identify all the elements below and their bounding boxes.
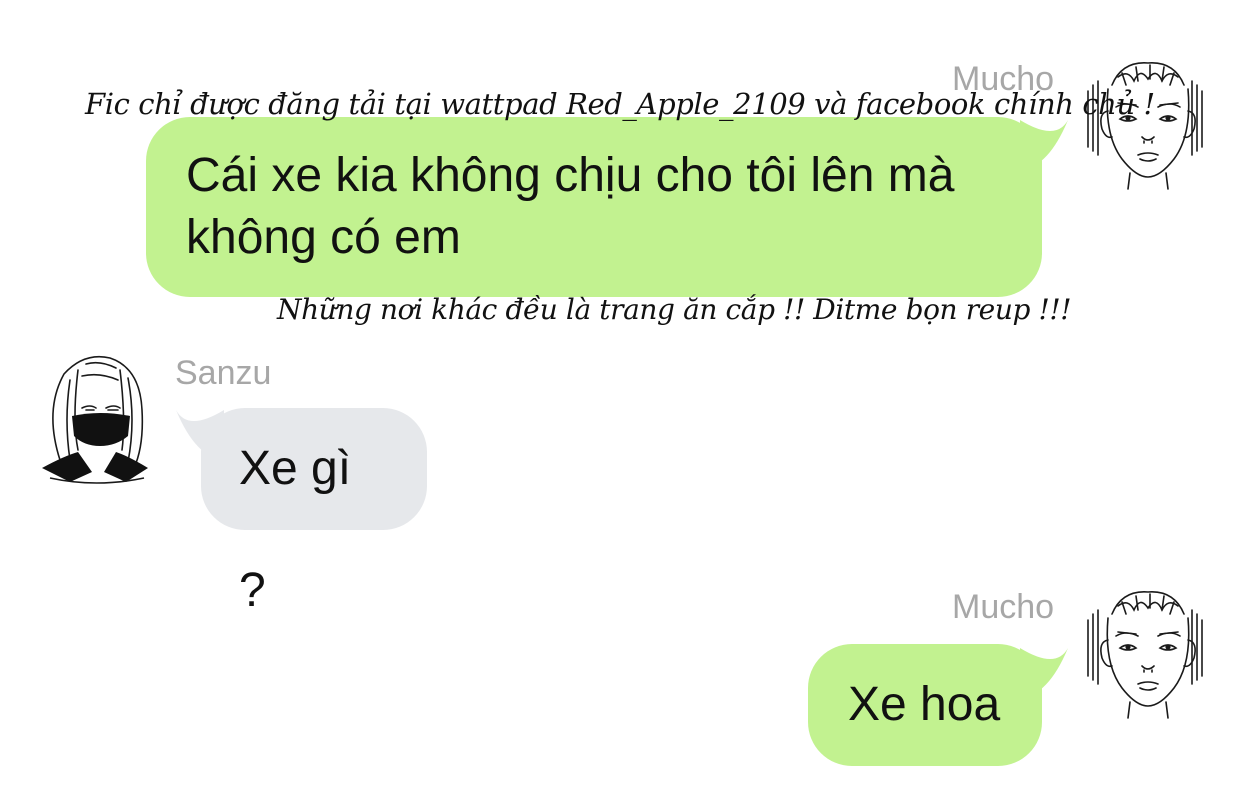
mucho-avatar[interactable] [1078,55,1218,190]
mucho-avatar[interactable] [1078,584,1218,719]
message-bubble[interactable]: Cái xe kia không chịu cho tôi lên mà khô… [146,117,1042,297]
watermark-bottom: Những nơi khác đều là trang ăn cắp !! Di… [277,293,1072,326]
bubble-tail [1020,120,1068,170]
message-text: Xe gì ? [239,442,352,617]
sender-name: Mucho [952,588,1055,626]
sanzu-avatar[interactable] [30,350,160,485]
sender-name: Sanzu [175,354,272,392]
bubble-tail [1020,648,1068,698]
watermark-top: Fic chỉ được đăng tải tại wattpad Red_Ap… [85,87,1155,121]
message-text: Xe hoa [848,678,1001,731]
message-bubble[interactable]: Xe hoa [808,644,1042,766]
message-bubble[interactable]: Xe gì ? [201,408,427,617]
message-text: Cái xe kia không chịu cho tôi lên mà khô… [186,149,955,264]
